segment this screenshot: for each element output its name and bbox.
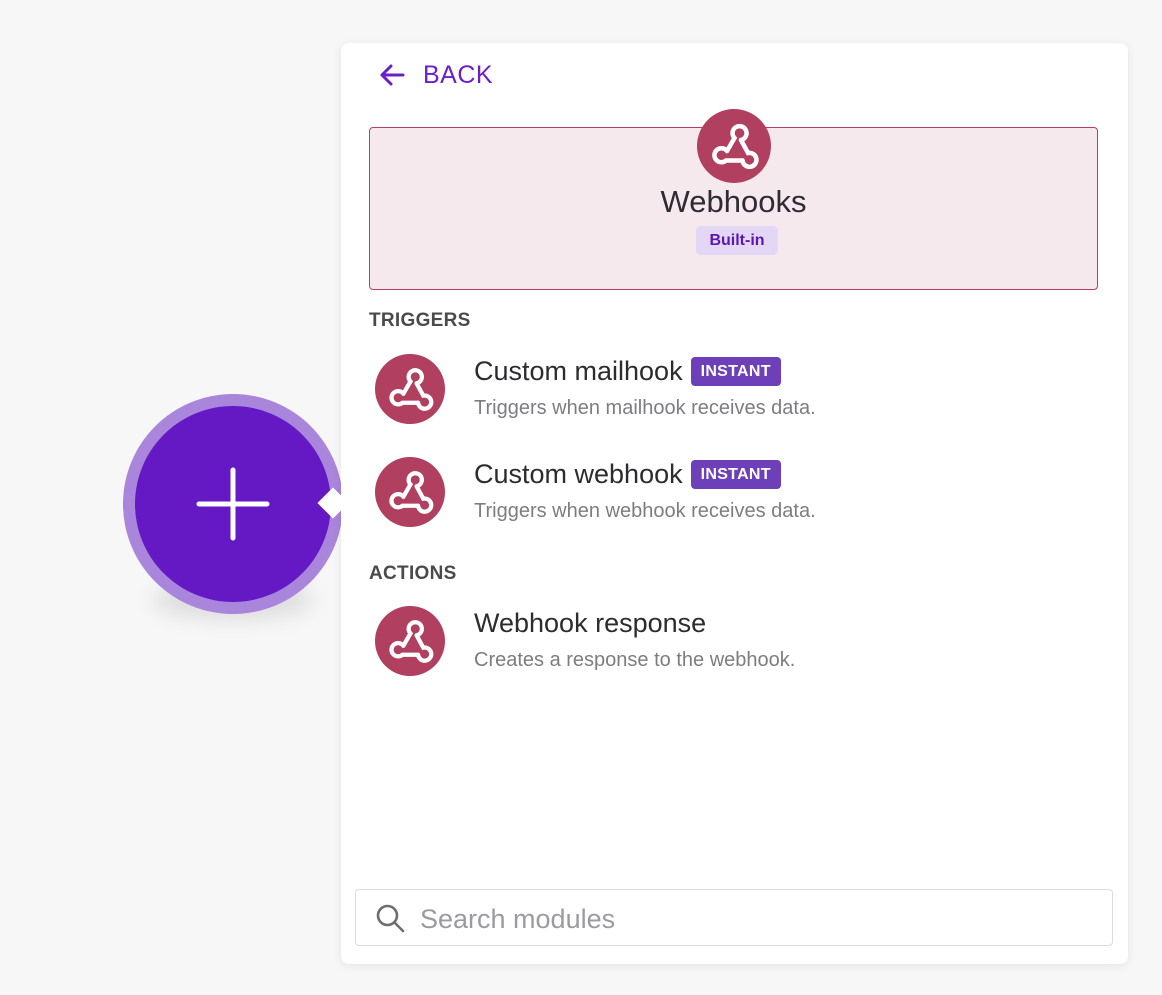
module-title-row: Custom webhook INSTANT: [474, 457, 781, 491]
webhook-icon: [697, 109, 771, 183]
webhook-icon: [375, 457, 445, 527]
module-title-row: Webhook response: [474, 606, 706, 640]
actions-heading: ACTIONS: [369, 563, 457, 584]
webhook-icon: [375, 354, 445, 424]
module-item-webhook-response[interactable]: Webhook response Creates a response to t…: [371, 606, 1091, 680]
instant-badge: INSTANT: [690, 459, 781, 489]
add-module-circle[interactable]: [135, 406, 331, 602]
module-title: Custom mailhook: [474, 355, 683, 386]
search-icon: [376, 904, 405, 933]
app-title: Webhooks: [660, 184, 807, 219]
module-description: Creates a response to the webhook.: [474, 649, 796, 671]
triggers-heading: TRIGGERS: [369, 310, 471, 331]
arrow-left-icon: [380, 64, 405, 86]
module-item-custom-mailhook[interactable]: Custom mailhook INSTANT Triggers when ma…: [371, 354, 1091, 428]
back-button[interactable]: BACK: [379, 59, 493, 91]
add-module-button[interactable]: [123, 394, 343, 614]
module-description: Triggers when mailhook receives data.: [474, 397, 816, 419]
module-picker-panel: BACK Webhooks Built-in TRIGGERS Custom m…: [341, 43, 1128, 964]
app-header: Webhooks Built-in: [369, 109, 1098, 290]
module-title-row: Custom mailhook INSTANT: [474, 354, 781, 388]
plus-icon: [196, 467, 270, 541]
search-box[interactable]: [355, 889, 1113, 946]
module-description: Triggers when webhook receives data.: [474, 500, 816, 522]
module-title: Custom webhook: [474, 458, 683, 489]
module-item-custom-webhook[interactable]: Custom webhook INSTANT Triggers when web…: [371, 457, 1091, 531]
built-in-badge: Built-in: [696, 226, 778, 255]
back-label: BACK: [423, 60, 494, 89]
webhook-icon: [375, 606, 445, 676]
instant-badge: INSTANT: [690, 356, 781, 386]
module-title: Webhook response: [474, 607, 707, 638]
search-input[interactable]: [418, 898, 1102, 940]
